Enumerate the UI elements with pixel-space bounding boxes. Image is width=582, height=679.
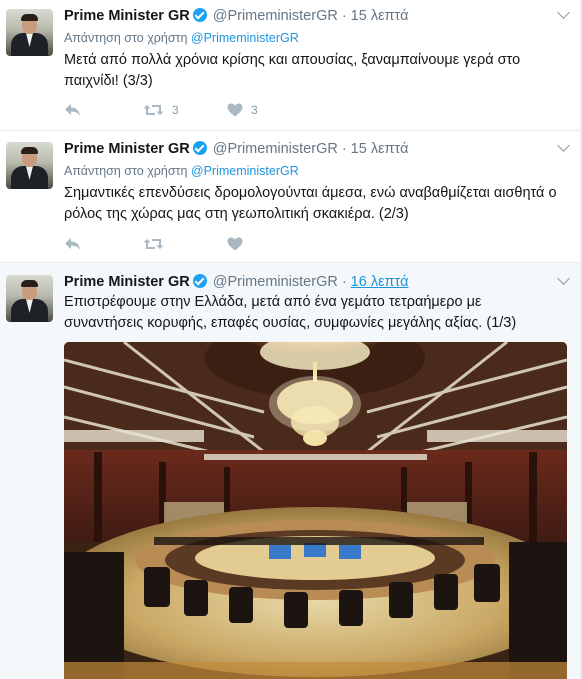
tweet-header: Prime Minister GR @PrimeministerGR · 15 λε… bbox=[64, 141, 409, 157]
reply-button[interactable] bbox=[64, 235, 81, 253]
author-handle[interactable]: @PrimeministerGR bbox=[213, 8, 338, 24]
author-handle[interactable]: @PrimeministerGR bbox=[213, 274, 338, 290]
tweet-actions bbox=[64, 235, 324, 253]
author-handle[interactable]: @PrimeministerGR bbox=[213, 141, 338, 157]
chevron-down-icon[interactable] bbox=[557, 6, 570, 19]
tweet-text: Επιστρέφουμε στην Ελλάδα, μετά από ένα γ… bbox=[64, 294, 517, 331]
reply-icon bbox=[65, 238, 80, 250]
tweet-actions: 3 3 bbox=[64, 101, 324, 119]
tweet-1-of-3[interactable]: Prime Minister GR @PrimeministerGR · 16 λε… bbox=[0, 263, 580, 679]
reply-icon bbox=[65, 104, 80, 116]
tweet-2-of-3[interactable]: Prime Minister GR @PrimeministerGR · 15 λε… bbox=[0, 131, 580, 263]
chevron-down-icon[interactable] bbox=[557, 139, 570, 152]
verified-badge-icon bbox=[192, 274, 207, 288]
author-name[interactable]: Prime Minister GR bbox=[64, 141, 190, 157]
tweet-header: Prime Minister GR @PrimeministerGR · 16 λε… bbox=[64, 274, 409, 290]
reply-to-link[interactable]: @PrimeministerGR bbox=[191, 164, 299, 178]
tweet-photo[interactable] bbox=[64, 342, 567, 679]
retweet-button[interactable]: 3 bbox=[143, 101, 179, 119]
retweet-button[interactable] bbox=[143, 235, 172, 253]
retweet-count: 3 bbox=[172, 103, 179, 117]
tweet-header: Prime Minister GR @PrimeministerGR · 15 λε… bbox=[64, 8, 409, 24]
avatar[interactable] bbox=[6, 142, 53, 189]
reply-to-link[interactable]: @PrimeministerGR bbox=[191, 31, 299, 45]
reply-prefix: Απάντηση στο χρήστη bbox=[64, 31, 188, 45]
tweet-timestamp[interactable]: 15 λεπτά bbox=[351, 8, 409, 24]
tweet-timestamp[interactable]: 15 λεπτά bbox=[351, 141, 409, 157]
conference-hall-image bbox=[64, 342, 567, 679]
avatar[interactable] bbox=[6, 275, 53, 322]
tweet-text: Μετά από πολλά χρόνια κρίσης και απουσία… bbox=[64, 52, 521, 89]
author-name[interactable]: Prime Minister GR bbox=[64, 274, 190, 290]
verified-badge-icon bbox=[192, 141, 207, 155]
tweet-timestamp[interactable]: 16 λεπτά bbox=[351, 274, 409, 290]
tweet-3-of-3[interactable]: Prime Minister GR @PrimeministerGR · 15 λε… bbox=[0, 0, 580, 131]
like-button[interactable] bbox=[227, 235, 251, 253]
verified-badge-icon bbox=[192, 8, 207, 22]
reply-prefix: Απάντηση στο χρήστη bbox=[64, 164, 188, 178]
reply-context: Απάντηση στο χρήστη @PrimeministerGR bbox=[64, 164, 299, 178]
retweet-icon bbox=[143, 105, 164, 115]
tweet-text: Σημαντικές επενδύσεις δρομολογούνται άμε… bbox=[64, 185, 557, 222]
reply-button[interactable] bbox=[64, 101, 81, 119]
author-name[interactable]: Prime Minister GR bbox=[64, 8, 190, 24]
like-count: 3 bbox=[251, 103, 258, 117]
chevron-down-icon[interactable] bbox=[557, 272, 570, 285]
avatar[interactable] bbox=[6, 9, 53, 56]
retweet-icon bbox=[143, 239, 164, 249]
heart-icon bbox=[227, 103, 243, 117]
like-button[interactable]: 3 bbox=[227, 101, 258, 119]
heart-icon bbox=[227, 237, 243, 251]
reply-context: Απάντηση στο χρήστη @PrimeministerGR bbox=[64, 31, 299, 45]
